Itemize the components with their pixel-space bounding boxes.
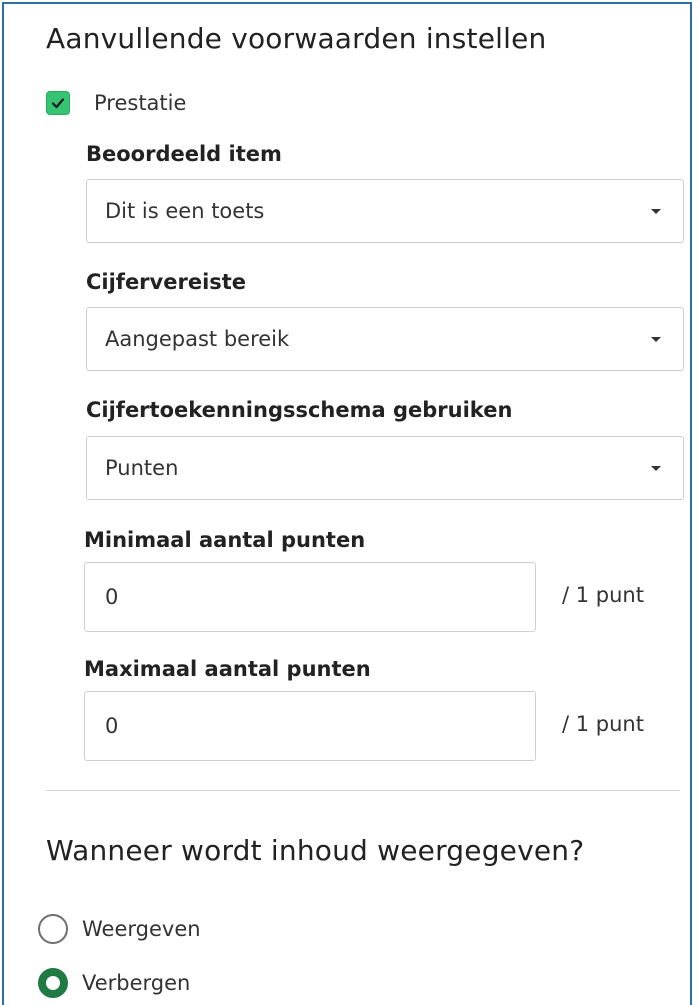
grading-schema-value: Punten <box>105 456 179 480</box>
conditions-title: Aanvullende voorwaarden instellen <box>46 22 547 55</box>
graded-item-value: Dit is een toets <box>105 199 265 223</box>
radio-hide[interactable] <box>38 968 68 998</box>
radio-show[interactable] <box>38 914 68 944</box>
max-points-suffix: / 1 punt <box>562 712 644 736</box>
max-points-value: 0 <box>105 714 119 738</box>
performance-checkbox-label: Prestatie <box>94 91 187 115</box>
min-points-label: Minimaal aantal punten <box>84 528 366 552</box>
graded-item-select[interactable]: Dit is een toets <box>86 179 684 243</box>
min-points-suffix: / 1 punt <box>562 583 644 607</box>
max-points-input[interactable]: 0 <box>84 691 536 761</box>
performance-checkbox-row[interactable]: Prestatie <box>46 88 186 118</box>
graded-item-label: Beoordeeld item <box>86 142 282 166</box>
radio-option-show[interactable]: Weergeven <box>38 912 201 946</box>
grade-requirement-select[interactable]: Aangepast bereik <box>86 307 684 371</box>
caret-down-icon <box>651 336 661 342</box>
radio-show-label: Weergeven <box>82 917 201 941</box>
caret-down-icon <box>651 208 661 214</box>
grading-schema-label: Cijfertoekenningsschema gebruiken <box>86 398 513 422</box>
visibility-title: Wanneer wordt inhoud weergegeven? <box>46 834 585 867</box>
radio-hide-label: Verbergen <box>82 971 191 995</box>
checkmark-icon <box>51 98 65 109</box>
grade-requirement-label: Cijfervereiste <box>86 270 247 294</box>
grade-requirement-value: Aangepast bereik <box>105 327 290 351</box>
min-points-value: 0 <box>105 585 119 609</box>
max-points-label: Maximaal aantal punten <box>84 657 371 681</box>
min-points-input[interactable]: 0 <box>84 562 536 632</box>
performance-checkbox[interactable] <box>46 91 70 115</box>
grading-schema-select[interactable]: Punten <box>86 436 684 500</box>
section-divider <box>46 790 680 791</box>
radio-option-hide[interactable]: Verbergen <box>38 966 190 1000</box>
caret-down-icon <box>651 465 661 471</box>
